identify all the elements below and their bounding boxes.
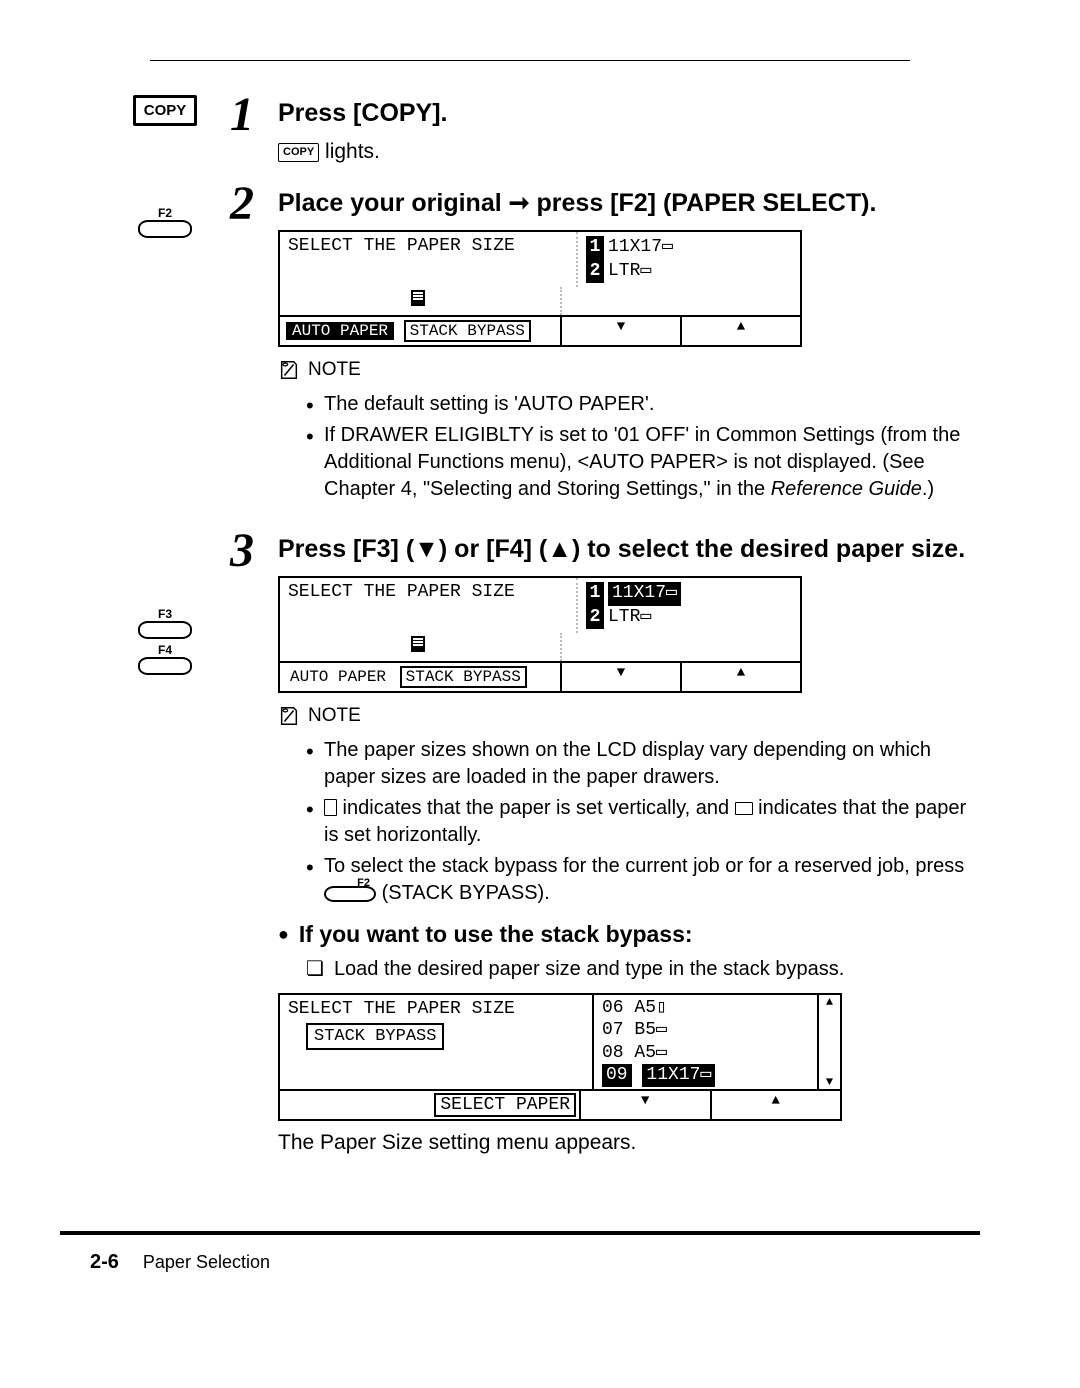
page: 2 Basic Copying Features COPY F2 F3 F4	[0, 0, 1080, 1388]
step-3: 3 Press [F3] (▼) or [F4] (▲) to select t…	[230, 527, 980, 1157]
lcd-header: SELECT THE PAPER SIZE	[288, 999, 584, 1019]
content: COPY F2 F3 F4 1 Press [C	[60, 91, 980, 1171]
list-item: indicates that the paper is set vertical…	[306, 795, 980, 849]
step-number: 3	[230, 527, 260, 1157]
divider-top	[150, 60, 910, 61]
auto-paper-button: AUTO PAPER	[286, 322, 394, 340]
note-heading: NOTE	[278, 705, 361, 727]
page-number: 2-6	[90, 1251, 119, 1274]
note-list: The default setting is 'AUTO PAPER'. If …	[306, 391, 980, 503]
document-icon	[280, 633, 562, 661]
divider-bottom	[60, 1231, 980, 1235]
note-icon	[278, 705, 300, 727]
step-title: Place your original ➞ press [F2] (PAPER …	[278, 188, 980, 218]
lcd-scrollbar: ▲ ▼	[817, 995, 840, 1089]
portrait-icon	[324, 799, 337, 816]
step-text: The Paper Size setting menu appears.	[278, 1129, 980, 1157]
sub-step: Load the desired paper size and type in …	[306, 956, 980, 981]
section-title: Paper Selection	[143, 1252, 270, 1273]
stack-bypass-button: STACK BYPASS	[400, 666, 527, 688]
step-icons-column: COPY F2 F3 F4	[125, 91, 205, 1171]
lcd-header: SELECT THE PAPER SIZE	[280, 578, 578, 633]
stack-bypass-label: STACK BYPASS	[306, 1023, 444, 1050]
lcd-display-2: SELECT THE PAPER SIZE 111X17▭ 2LTR▭	[278, 576, 802, 693]
note-heading: NOTE	[278, 359, 361, 381]
step-2: 2 Place your original ➞ press [F2] (PAPE…	[230, 180, 980, 513]
step-title: Press [F3] (▼) or [F4] (▲) to select the…	[278, 535, 980, 564]
step-title: Press [COPY].	[278, 99, 980, 128]
step-number: 2	[230, 180, 260, 513]
landscape-icon	[735, 802, 753, 815]
f2-key-icon: F2	[138, 206, 192, 238]
down-arrow-button: ▼	[560, 663, 680, 691]
sub-heading: If you want to use the stack bypass:	[278, 921, 980, 948]
note-list: The paper sizes shown on the LCD display…	[306, 737, 980, 907]
down-arrow-button: ▼	[560, 317, 680, 345]
up-arrow-button: ▲	[680, 317, 800, 345]
f3-key-icon: F3	[138, 607, 192, 639]
lcd-header: SELECT THE PAPER SIZE	[280, 232, 578, 287]
main-column: 1 Press [COPY]. COPY lights. 2 Place you…	[230, 91, 980, 1171]
step-number: 1	[230, 91, 260, 166]
note-icon	[278, 359, 300, 381]
list-item: The default setting is 'AUTO PAPER'.	[306, 391, 980, 418]
auto-paper-button: AUTO PAPER	[286, 668, 390, 686]
list-item: The paper sizes shown on the LCD display…	[306, 737, 980, 791]
document-icon	[280, 287, 562, 315]
up-arrow-button: ▲	[680, 663, 800, 691]
list-item: To select the stack bypass for the curre…	[306, 853, 980, 907]
stack-bypass-button: STACK BYPASS	[404, 320, 531, 342]
f4-key-icon: F4	[138, 643, 192, 675]
step-text: COPY lights.	[278, 138, 980, 166]
down-arrow-button: ▼	[579, 1091, 710, 1119]
list-item: If DRAWER ELIGIBLTY is set to '01 OFF' i…	[306, 422, 980, 503]
copy-key-inline-icon: COPY	[278, 143, 319, 162]
page-footer: 2-6 Paper Selection	[90, 1245, 980, 1274]
lcd-display-3: SELECT THE PAPER SIZE STACK BYPASS 06 A5…	[278, 993, 842, 1121]
up-arrow-button: ▲	[710, 1091, 841, 1119]
lcd-display-1: SELECT THE PAPER SIZE 111X17▭ 2LTR▭	[278, 230, 802, 347]
f2-key-inline-icon: F2	[324, 886, 376, 902]
step-1: 1 Press [COPY]. COPY lights.	[230, 91, 980, 166]
select-paper-button: SELECT PAPER	[434, 1093, 576, 1117]
copy-key-icon: COPY	[133, 95, 198, 126]
